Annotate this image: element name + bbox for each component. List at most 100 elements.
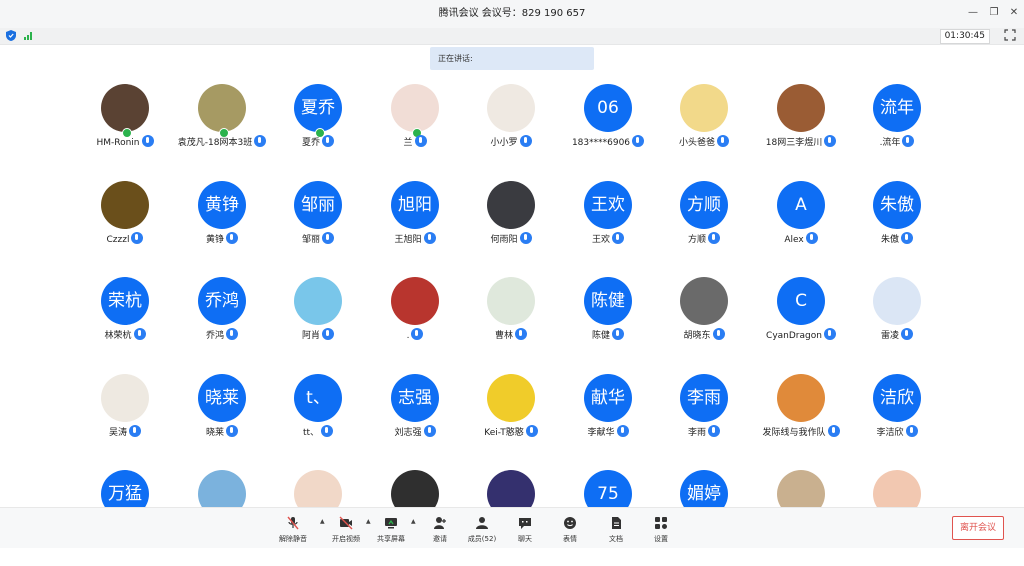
- mic-status-icon: [902, 135, 915, 147]
- avatar-initials: 荣杭: [101, 277, 149, 325]
- participant-tile[interactable]: 乔鸿 乔鸿: [174, 277, 270, 373]
- mic-status-icon: [519, 232, 532, 244]
- participant-tile[interactable]: 曹林: [463, 277, 559, 373]
- participant-tile[interactable]: 06 183****6906: [560, 84, 656, 180]
- avatar-photo: [777, 374, 825, 422]
- participant-tile[interactable]: 吴涛: [77, 374, 173, 470]
- participant-name-row: Alex: [753, 232, 849, 247]
- avatar-photo: [487, 84, 535, 132]
- mic-status-icon: [805, 232, 818, 244]
- participant-tile[interactable]: t、 tt、: [270, 374, 366, 470]
- participant-tile[interactable]: 兰: [367, 84, 463, 180]
- security-shield-icon[interactable]: [6, 30, 16, 41]
- participant-name-row: HM-Ronin: [77, 135, 173, 150]
- participant-tile[interactable]: 洁欣 李洁欣: [849, 374, 945, 470]
- mic-status-icon: [321, 425, 334, 437]
- mic-status-icon: [901, 328, 913, 340]
- avatar-photo: [680, 84, 728, 132]
- mic-status-icon: [141, 135, 154, 147]
- participant-tile[interactable]: 胡晓东: [656, 277, 752, 373]
- participant-name: 18网三李煜川: [765, 138, 823, 148]
- mic-status-icon: [423, 232, 436, 244]
- avatar-initials: 旭阳: [391, 181, 439, 229]
- share-screen-icon: [385, 518, 397, 529]
- mic-status-icon: [226, 232, 238, 244]
- participant-tile[interactable]: 朱傲 朱傲: [849, 181, 945, 277]
- participant-tile[interactable]: Czzzl: [77, 181, 173, 277]
- participant-tile[interactable]: 李雨 李雨: [656, 374, 752, 470]
- participant-name: 阿肖: [301, 331, 320, 341]
- participant-tile[interactable]: 袁茂凡-18网本3班: [174, 84, 270, 180]
- members-label: 成员(52): [467, 535, 497, 543]
- participant-tile[interactable]: A Alex: [753, 181, 849, 277]
- participant-name: 王欢: [591, 235, 610, 245]
- avatar-photo: [101, 374, 149, 422]
- mic-status-icon: [827, 425, 840, 437]
- participant-name: 陈健: [591, 331, 610, 341]
- chevron-up-icon[interactable]: ▲: [411, 518, 417, 525]
- participant-name-row: 曹林: [463, 328, 559, 343]
- avatar-initials: 献华: [584, 374, 632, 422]
- participant-name-row: 183****6906: [560, 135, 656, 150]
- participant-name: 吴涛: [108, 428, 127, 438]
- minimize-icon[interactable]: —: [966, 6, 980, 20]
- participant-name: 邹丽: [301, 235, 320, 245]
- participant-tile[interactable]: 荣杭 林荣杭: [77, 277, 173, 373]
- reactions-label: 表情: [563, 535, 577, 543]
- participant-tile[interactable]: 志强 刘志强: [367, 374, 463, 470]
- speaking-label: 正在讲话:: [438, 54, 473, 63]
- participant-tile[interactable]: 黄铮 黄铮: [174, 181, 270, 277]
- participant-name-row: 小头爸爸: [656, 135, 752, 150]
- meeting-timer: 01:30:45: [939, 29, 990, 44]
- participant-tile[interactable]: 雷凌: [849, 277, 945, 373]
- participant-tile[interactable]: 邹丽 邹丽: [270, 181, 366, 277]
- participant-tile[interactable]: 旭阳 王旭阳: [367, 181, 463, 277]
- participant-name: 曹林: [494, 331, 513, 341]
- participant-tile[interactable]: 晓莱 晓莱: [174, 374, 270, 470]
- avatar-initials: 李雨: [680, 374, 728, 422]
- docs-button[interactable]: 文档: [596, 512, 636, 546]
- start-video-button[interactable]: 开启视频: [326, 512, 366, 546]
- document-icon: [612, 517, 621, 529]
- restore-icon[interactable]: ❐: [987, 6, 1001, 20]
- participant-name-row: 晓莱: [174, 425, 270, 440]
- participant-tile[interactable]: 夏乔 夏乔: [270, 84, 366, 180]
- chat-button[interactable]: 聊天: [505, 512, 545, 546]
- unmute-button[interactable]: 解除静音: [273, 512, 313, 546]
- participant-name-row: 方顺: [656, 232, 752, 247]
- participant-tile[interactable]: 18网三李煜川: [753, 84, 849, 180]
- participant-tile[interactable]: 献华 李献华: [560, 374, 656, 470]
- leave-meeting-button[interactable]: 离开会议: [952, 516, 1004, 540]
- participant-tile[interactable]: 王欢 王欢: [560, 181, 656, 277]
- mic-status-icon: [423, 425, 436, 437]
- settings-button[interactable]: 设置: [641, 512, 681, 546]
- participant-name: tt、: [302, 428, 320, 438]
- participant-name-row: 李雨: [656, 425, 752, 440]
- participant-tile[interactable]: 发际线与我作队: [753, 374, 849, 470]
- participant-name-row: 阿肖: [270, 328, 366, 343]
- participant-tile[interactable]: 方顺 方顺: [656, 181, 752, 277]
- fullscreen-icon[interactable]: [1004, 29, 1016, 41]
- participant-tile[interactable]: 何雨阳: [463, 181, 559, 277]
- participant-tile[interactable]: .: [367, 277, 463, 373]
- invite-button[interactable]: 邀请: [420, 512, 460, 546]
- participant-tile[interactable]: 流年 .流年: [849, 84, 945, 180]
- members-button[interactable]: 成员(52): [462, 512, 502, 546]
- start-video-label: 开启视频: [332, 535, 360, 543]
- participant-tile[interactable]: 小小罗: [463, 84, 559, 180]
- mic-status-icon: [226, 425, 238, 437]
- avatar-photo: [777, 84, 825, 132]
- reactions-button[interactable]: 表情: [550, 512, 590, 546]
- participant-tile[interactable]: 阿肖: [270, 277, 366, 373]
- avatar-initials: 朱傲: [873, 181, 921, 229]
- participant-tile[interactable]: 小头爸爸: [656, 84, 752, 180]
- participant-tile[interactable]: C CyanDragon: [753, 277, 849, 373]
- share-screen-button[interactable]: 共享屏幕: [371, 512, 411, 546]
- bottom-toolbar: 解除静音 ▲ 开启视频 ▲ 共享屏幕 ▲ 邀请 成员(52) 聊天 表情 文档 …: [0, 507, 1024, 548]
- participant-tile[interactable]: Kei-T憨憨: [463, 374, 559, 470]
- network-signal-icon[interactable]: [24, 31, 34, 40]
- close-icon[interactable]: ✕: [1007, 6, 1021, 20]
- participant-name-row: 黄铮: [174, 232, 270, 247]
- participant-tile[interactable]: 陈健 陈健: [560, 277, 656, 373]
- participant-tile[interactable]: HM-Ronin: [77, 84, 173, 180]
